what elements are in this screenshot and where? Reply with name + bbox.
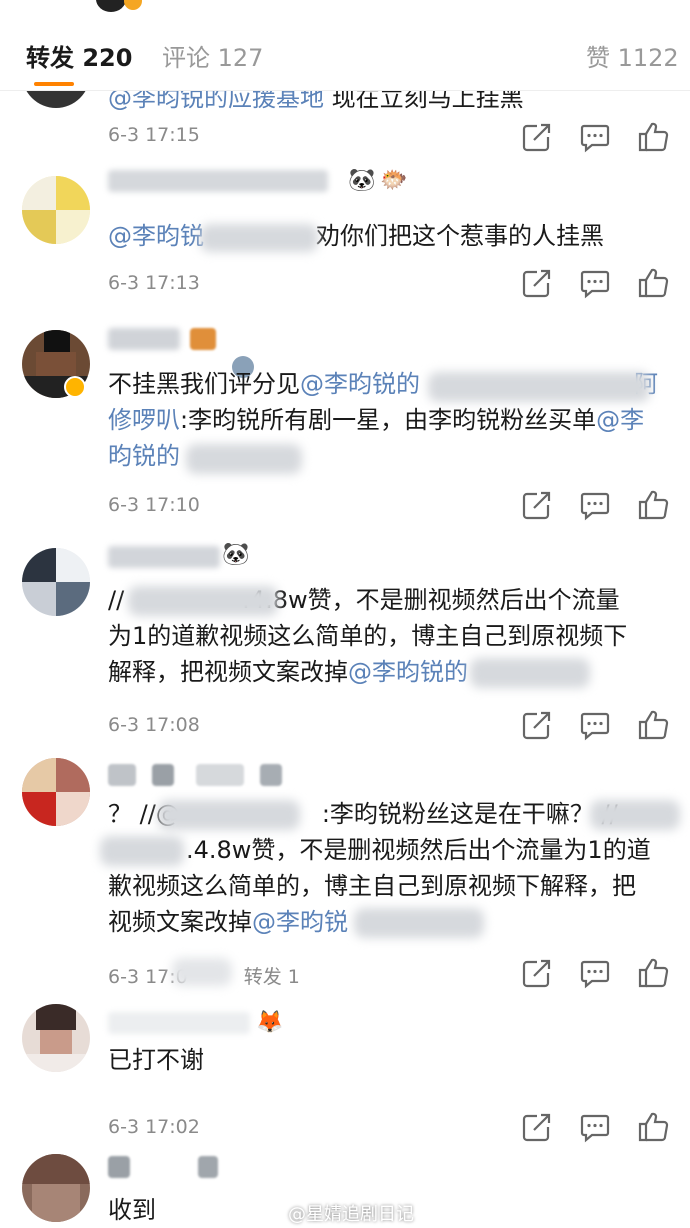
comment-text: @李昀锐的应援基地 现在立刻马上挂黑 — [108, 90, 670, 116]
username[interactable] — [108, 546, 220, 568]
mention-link[interactable]: @李昀锐 — [108, 222, 204, 250]
comment-icon — [580, 124, 610, 153]
like-button[interactable] — [636, 488, 670, 522]
comment-text: @李昀锐 劝你们把这个惹事的人挂黑 — [108, 222, 604, 250]
timestamp: 6-3 17:15 — [108, 124, 200, 146]
thumbs-up-icon — [638, 1112, 669, 1142]
list-item[interactable]: 🐼 🐡 @李昀锐 劝你们把这个惹事的人挂黑 6-3 17:13 — [0, 160, 690, 310]
thumbs-up-icon — [638, 490, 669, 520]
comment-button[interactable] — [578, 708, 612, 742]
like-button[interactable] — [636, 266, 670, 300]
user-badge-icon — [196, 764, 244, 786]
list-item[interactable]: 🐼 //.4.8w赞，不是删视频然后出个流量 为1的道歉视频这么简单的，博主自己… — [0, 536, 690, 750]
share-icon — [522, 269, 551, 298]
redacted-text — [354, 908, 484, 938]
redacted-text — [100, 836, 184, 866]
avatar[interactable] — [22, 1154, 90, 1222]
tab-bar: 转发 220 评论 127 赞 1122 — [0, 16, 690, 91]
tab-active-indicator — [34, 82, 74, 86]
previous-post-peek — [0, 0, 690, 16]
tab-repost[interactable]: 转发 220 — [26, 38, 132, 73]
redacted-text — [590, 800, 680, 830]
tab-comment[interactable]: 评论 127 — [162, 38, 263, 73]
share-icon — [522, 1113, 551, 1142]
comment-button[interactable] — [578, 266, 612, 300]
comment-button[interactable] — [578, 956, 612, 990]
like-button[interactable] — [636, 956, 670, 990]
comment-icon — [580, 960, 610, 989]
thumbs-up-icon — [638, 268, 669, 298]
user-badge-icon — [198, 1156, 218, 1178]
share-icon — [522, 711, 551, 740]
username[interactable] — [108, 1156, 130, 1178]
repost-list: @李昀锐的应援基地 现在立刻马上挂黑 6-3 17:15 🐼 🐡 @李昀锐 劝你们… — [0, 90, 690, 1228]
fish-emoji: 🐡 — [380, 168, 408, 193]
comment-button[interactable] — [578, 488, 612, 522]
share-button[interactable] — [520, 956, 554, 990]
comment-icon — [580, 270, 610, 299]
watermark: @星婧追剧日记 — [288, 1204, 414, 1225]
username[interactable] — [108, 328, 180, 350]
share-icon — [522, 123, 551, 152]
like-button[interactable] — [636, 1110, 670, 1144]
redacted-text — [172, 958, 232, 986]
comment-icon — [580, 1114, 610, 1143]
comment-button[interactable] — [578, 1110, 612, 1144]
like-button[interactable] — [636, 120, 670, 154]
redacted-text — [428, 372, 650, 402]
timestamp: 6-3 17:02 — [108, 1116, 200, 1138]
username[interactable] — [108, 170, 328, 192]
mention-link[interactable]: @李昀锐的应援基地 — [108, 90, 324, 112]
share-button[interactable] — [520, 1110, 554, 1144]
like-button[interactable] — [636, 708, 670, 742]
list-item[interactable]: 🦊 已打不谢 6-3 17:02 — [0, 1002, 690, 1152]
avatar[interactable] — [22, 176, 90, 244]
thumbs-up-icon — [638, 958, 669, 988]
user-level-icon — [190, 328, 216, 350]
list-item[interactable]: 不挂黑我们评分见@李昀锐的阿 修啰叭:李昀锐所有剧一星，由李昀锐粉丝买单@李 昀… — [0, 316, 690, 528]
redacted-text — [186, 444, 302, 474]
thumbs-up-icon — [638, 710, 669, 740]
username[interactable] — [108, 1012, 250, 1034]
redacted-text — [470, 658, 590, 688]
comment-button[interactable] — [578, 120, 612, 154]
mention-link[interactable]: @李昀锐的 — [348, 658, 468, 686]
repost-count: 转发 1 — [243, 966, 300, 988]
share-button[interactable] — [520, 488, 554, 522]
mention-link[interactable]: @李昀锐的 — [300, 370, 420, 398]
avatar — [96, 0, 126, 12]
share-button[interactable] — [520, 120, 554, 154]
comment-text: 已打不谢 — [108, 1046, 204, 1074]
list-item[interactable]: ？ //@:李昀锐粉丝这是在干嘛？ // .4.8w赞，不是删视频然后出个流量为… — [0, 754, 690, 998]
redacted-text — [128, 586, 278, 616]
avatar[interactable] — [22, 548, 90, 616]
timestamp: 6-3 17:08 — [108, 714, 200, 736]
redacted-text — [200, 224, 318, 252]
verified-badge-icon — [64, 376, 86, 398]
fan-badge-icon — [260, 764, 282, 786]
username[interactable] — [108, 764, 136, 786]
redacted-text — [158, 800, 300, 830]
share-button[interactable] — [520, 266, 554, 300]
panda-emoji: 🐼 — [348, 168, 376, 193]
share-icon — [522, 959, 551, 988]
comment-icon — [580, 492, 610, 521]
avatar[interactable] — [22, 90, 90, 108]
user-level-icon — [152, 764, 174, 786]
fox-emoji: 🦊 — [256, 1010, 284, 1035]
panda-emoji: 🐼 — [222, 542, 250, 567]
mention-link[interactable]: @李昀锐 — [252, 908, 348, 936]
verified-badge-icon — [124, 0, 142, 10]
avatar[interactable] — [22, 758, 90, 826]
comment-icon — [580, 712, 610, 741]
avatar[interactable] — [22, 1004, 90, 1072]
tab-like[interactable]: 赞 1122 — [586, 38, 679, 73]
share-icon — [522, 491, 551, 520]
timestamp: 6-3 17:10 — [108, 494, 200, 516]
list-item[interactable]: @李昀锐的应援基地 现在立刻马上挂黑 6-3 17:15 — [0, 90, 690, 160]
thumbs-up-icon — [638, 122, 669, 152]
share-button[interactable] — [520, 708, 554, 742]
timestamp: 6-3 17:13 — [108, 272, 200, 294]
